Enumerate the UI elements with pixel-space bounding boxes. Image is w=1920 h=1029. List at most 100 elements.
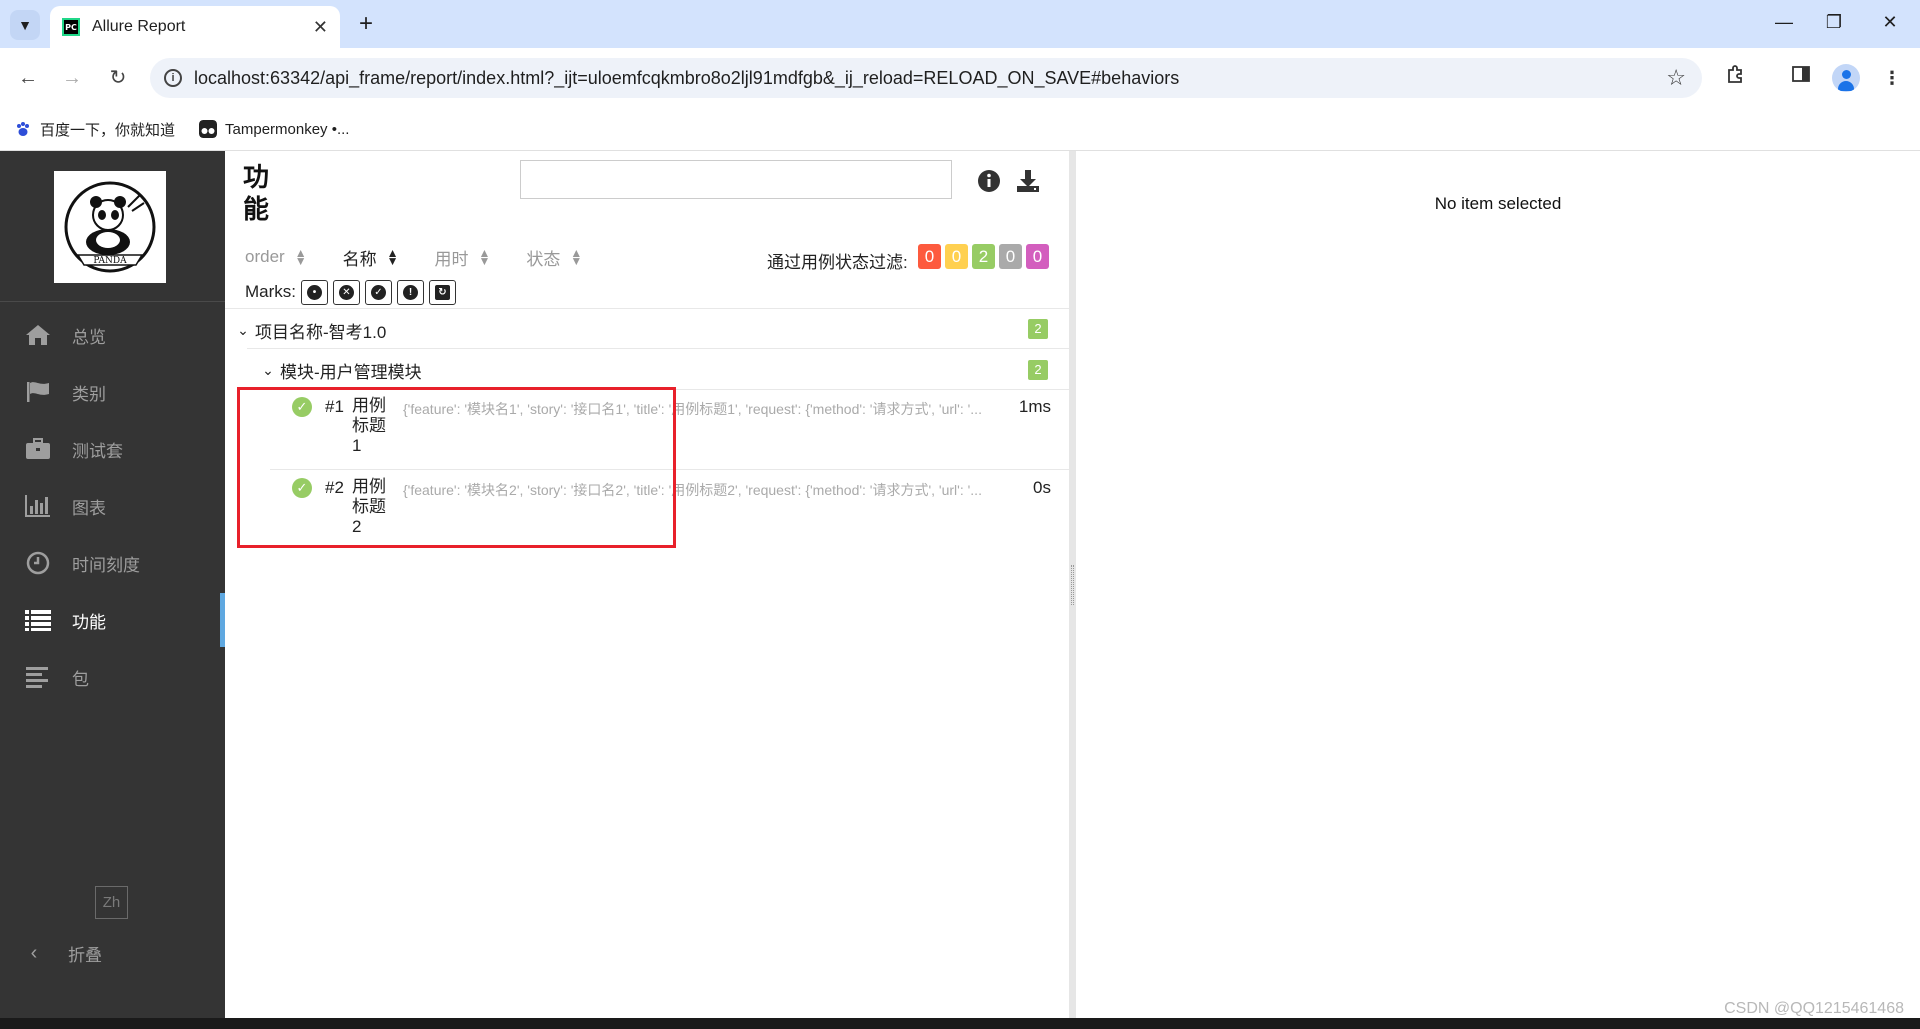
- sidebar-item-categories[interactable]: 类别: [0, 365, 225, 419]
- sort-by-order[interactable]: order ▲ ▼: [245, 247, 307, 267]
- sidebar-item-label: 总览: [72, 327, 106, 347]
- marks-label: Marks:: [245, 282, 296, 301]
- page-title: 功能: [243, 162, 270, 224]
- behaviors-pane: 功能 order ▲ ▼ 名称 ▲ ▼ 用时 ▲ ▼ 状态 ▲ ▼ 通过用例状态过滤: 0 0 …: [225, 151, 1069, 1018]
- chevron-down-icon: ⌄: [237, 321, 249, 338]
- case-duration: 0s: [1033, 478, 1051, 497]
- csdn-watermark: CSDN @QQ1215461468: [1724, 1000, 1904, 1017]
- minimize-icon[interactable]: —: [1772, 12, 1796, 33]
- sidebar-item-suites[interactable]: 测试套: [0, 422, 225, 476]
- sort-label: 用时: [434, 249, 469, 269]
- bar-chart-icon: [24, 492, 52, 520]
- bookmarks-bar: 百度一下，你就知道 Tampermonkey •...: [0, 108, 1920, 151]
- tree-group-feature[interactable]: ⌄ 模块-用户管理模块: [260, 357, 1069, 383]
- new-failed-icon: ✕: [339, 284, 354, 300]
- sidebar-item-label: 测试套: [72, 441, 123, 461]
- baidu-paw-icon: [17, 122, 29, 136]
- sidebar-item-behaviors[interactable]: 功能: [0, 593, 225, 647]
- language-switch-button[interactable]: Zh: [95, 886, 128, 919]
- sort-label: 状态: [526, 249, 561, 269]
- chevron-down-icon: ⌄: [262, 361, 274, 378]
- list-icon: [24, 606, 52, 634]
- browser-menu-icon[interactable]: ⋮: [1878, 64, 1906, 92]
- case-title: 用例标题2: [352, 477, 386, 536]
- sort-by-name[interactable]: 名称 ▲ ▼: [343, 245, 399, 270]
- mark-new-broken-button[interactable]: !: [397, 279, 424, 305]
- case-parameters: {'feature': '模块名2', 'story': '接口名2', 'ti…: [403, 482, 982, 498]
- browser-tab-strip: ▼ PC Allure Report ✕ + — ❐ ✕: [0, 0, 1920, 48]
- briefcase-icon: [24, 435, 52, 463]
- sidebar-item-label: 功能: [72, 612, 106, 632]
- group-count-badge: 2: [1028, 360, 1048, 380]
- restore-icon[interactable]: ❐: [1822, 12, 1846, 33]
- sort-by-duration[interactable]: 用时 ▲ ▼: [434, 245, 490, 270]
- back-arrow-icon[interactable]: ←: [14, 64, 42, 92]
- case-number: #2: [325, 478, 344, 497]
- site-info-icon[interactable]: i: [164, 69, 182, 87]
- extensions-puzzle-icon[interactable]: [1722, 64, 1750, 92]
- new-tab-button[interactable]: +: [352, 10, 380, 38]
- tab-search-button[interactable]: ▼: [10, 10, 40, 40]
- mark-flaky-button[interactable]: •: [301, 279, 328, 305]
- sidebar-item-overview[interactable]: 总览: [0, 308, 225, 362]
- passed-check-icon: ✓: [292, 397, 312, 417]
- mark-new-failed-button[interactable]: ✕: [333, 279, 360, 305]
- bookmark-star-icon[interactable]: ☆: [1666, 65, 1686, 91]
- test-case-row[interactable]: ✓ #1 用例标题1 {'feature': '模块名1', 'story': …: [270, 389, 1069, 469]
- sort-label: order: [245, 247, 285, 266]
- sort-label: 名称: [342, 249, 377, 269]
- tab-close-icon[interactable]: ✕: [313, 17, 328, 38]
- flaky-bomb-icon: •: [307, 284, 322, 300]
- allure-sidebar: PANDA 总览 类别 测试套 图表 时间刻度 功能 包 Zh ‹ 折叠: [0, 151, 225, 1018]
- home-icon: [24, 321, 52, 349]
- reload-icon[interactable]: ↻: [104, 64, 132, 92]
- test-case-row[interactable]: ✓ #2 用例标题2 {'feature': '模块名2', 'story': …: [270, 470, 1069, 550]
- bookmark-label: 百度一下，你就知道: [40, 121, 176, 139]
- chevron-left-icon: ‹: [30, 941, 38, 964]
- collapse-sidebar-button[interactable]: ‹ 折叠: [24, 933, 102, 973]
- clock-icon: [24, 549, 52, 577]
- filter-unknown-badge[interactable]: 0: [1026, 244, 1049, 269]
- window-close-icon[interactable]: ✕: [1878, 12, 1902, 33]
- bookmark-baidu[interactable]: 百度一下，你就知道: [14, 119, 175, 140]
- taskbar-strip: [0, 1018, 1920, 1029]
- detail-pane: No item selected: [1076, 151, 1920, 1018]
- sidebar-item-timeline[interactable]: 时间刻度: [0, 536, 225, 590]
- profile-avatar-icon[interactable]: [1832, 64, 1860, 92]
- filter-broken-badge[interactable]: 0: [945, 244, 968, 269]
- search-input[interactable]: [520, 160, 952, 199]
- address-bar[interactable]: i localhost:63342/api_frame/report/index…: [150, 58, 1702, 98]
- empty-detail-message: No item selected: [1434, 194, 1562, 213]
- sort-by-status[interactable]: 状态 ▲ ▼: [526, 245, 582, 270]
- mark-new-passed-button[interactable]: ✓: [365, 279, 392, 305]
- align-left-icon: [24, 663, 52, 691]
- group-label: 项目名称-智考1.0: [255, 322, 387, 342]
- tab-title: Allure Report: [92, 18, 186, 35]
- sidebar-divider: [0, 301, 225, 302]
- filter-passed-badge[interactable]: 2: [972, 244, 995, 269]
- sidebar-item-packages[interactable]: 包: [0, 650, 225, 704]
- sidebar-item-label: 时间刻度: [72, 555, 140, 575]
- url-text[interactable]: localhost:63342/api_frame/report/index.h…: [194, 68, 1666, 89]
- mark-retries-button[interactable]: ↻: [429, 279, 456, 305]
- sidebar-item-graphs[interactable]: 图表: [0, 479, 225, 533]
- side-panel-icon[interactable]: [1787, 64, 1815, 92]
- panda-logo-image: PANDA: [64, 181, 156, 273]
- passed-check-icon: ✓: [292, 478, 312, 498]
- splitter-grip-icon[interactable]: [1071, 565, 1074, 605]
- filter-skipped-badge[interactable]: 0: [999, 244, 1022, 269]
- tree-group-epic[interactable]: ⌄ 项目名称-智考1.0: [235, 317, 1069, 343]
- forward-arrow-icon[interactable]: →: [58, 64, 86, 92]
- new-broken-icon: !: [403, 284, 418, 300]
- sort-arrows-icon: ▲ ▼: [294, 246, 307, 268]
- filter-failed-badge[interactable]: 0: [918, 244, 941, 269]
- download-icon[interactable]: [1014, 167, 1042, 195]
- retries-icon: ↻: [435, 284, 450, 300]
- sort-bar: order ▲ ▼ 名称 ▲ ▼ 用时 ▲ ▼ 状态 ▲ ▼: [225, 240, 1069, 274]
- info-icon[interactable]: [975, 167, 1003, 195]
- browser-tab[interactable]: PC Allure Report ✕: [50, 6, 340, 48]
- status-filter-label: 通过用例状态过滤:: [767, 253, 908, 272]
- bookmark-tampermonkey[interactable]: Tampermonkey •...: [199, 120, 349, 138]
- tampermonkey-icon: [199, 120, 218, 138]
- tree-divider: [247, 348, 1069, 349]
